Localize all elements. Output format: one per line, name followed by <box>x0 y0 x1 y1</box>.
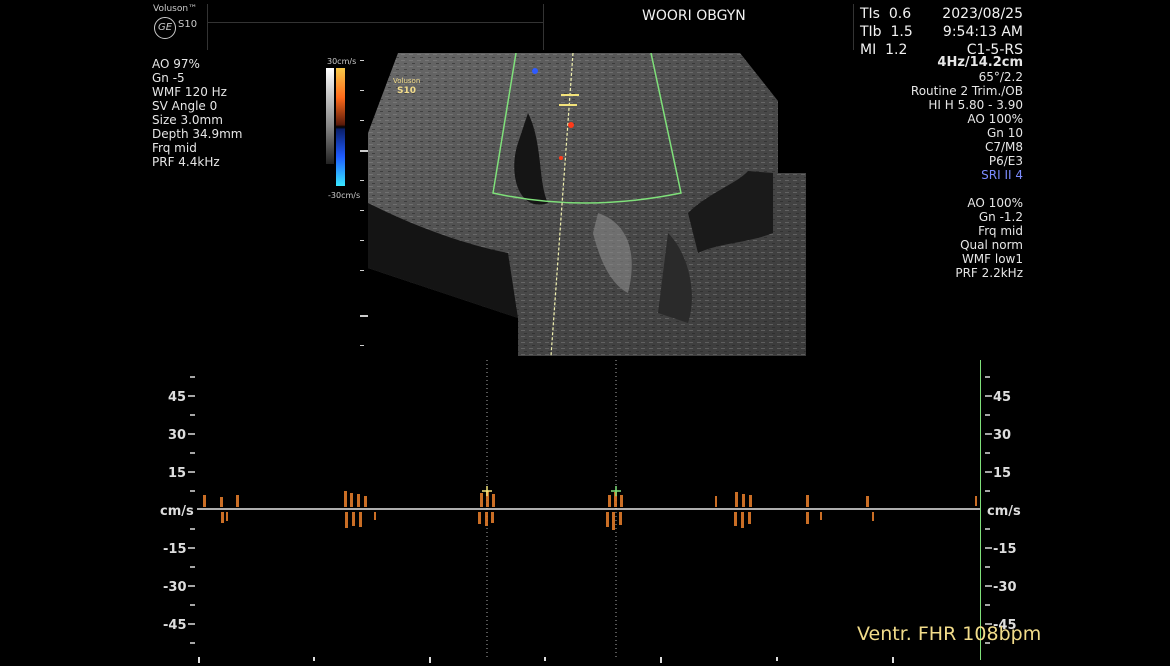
datetime-block: 2023/08/25 9:54:13 AM C1-5-RS <box>923 5 1023 59</box>
color-flow-red <box>568 122 574 128</box>
safety-indices: TIs 0.6 TIb 1.5 MI 1.2 <box>860 5 913 59</box>
param-gain: Gn 10 <box>987 126 1023 140</box>
param-hi: HI H 5.80 - 3.90 <box>928 98 1023 112</box>
doppler-params: AO 97% Gn -5 WMF 120 Hz SV Angle 0 Size … <box>152 57 242 169</box>
institution-name: WOORI OBGYN <box>642 8 746 24</box>
param-ao-2: AO 100% <box>967 196 1023 210</box>
tib-value: 1.5 <box>890 24 913 40</box>
param-qual: Qual norm <box>960 238 1023 252</box>
header-divider <box>207 22 543 23</box>
param-frq-2: Frq mid <box>978 224 1023 238</box>
gray-scale-bar <box>326 68 334 164</box>
param-ao: AO 100% <box>967 112 1023 126</box>
param-preset: Routine 2 Trim./OB <box>910 84 1023 98</box>
freq-depth: 4Hz/14.2cm <box>937 55 1023 70</box>
tis-value: 0.6 <box>888 6 912 22</box>
param-depth: Depth 34.9mm <box>152 127 243 141</box>
brand-label: Voluson™ <box>153 4 198 14</box>
param-sri: SRI II 4 <box>981 168 1023 182</box>
param-ao: AO 97% <box>152 57 200 71</box>
param-size: Size 3.0mm <box>152 113 223 127</box>
tis-label: TIs <box>860 6 880 22</box>
color-scale-bar <box>336 68 345 186</box>
color-flow-red <box>559 156 563 160</box>
param-wmf-2: WMF low1 <box>961 252 1023 266</box>
ge-logo-icon: GE <box>154 17 176 39</box>
color-flow-blue <box>532 68 538 74</box>
header-divider <box>207 4 208 50</box>
spectrum-trace <box>188 360 992 663</box>
exam-time: 9:54:13 AM <box>942 24 1023 40</box>
exam-date: 2023/08/25 <box>942 6 1023 22</box>
param-frq: Frq mid <box>152 141 197 155</box>
param-wmf: WMF 120 Hz <box>152 85 227 99</box>
param-prf: PRF 4.4kHz <box>152 155 220 169</box>
param-gain-2: Gn -1.2 <box>978 210 1023 224</box>
param-gain: Gn -5 <box>152 71 185 85</box>
header-divider <box>853 4 854 50</box>
color-scale-top: 30cm/s <box>327 57 357 66</box>
bmode-params: 4Hz/14.2cm 65°/2.2 Routine 2 Trim./OB HI… <box>873 55 1023 281</box>
param-cm: C7/M8 <box>984 140 1023 154</box>
param-sv-angle: SV Angle 0 <box>152 99 218 113</box>
model-label: S10 <box>178 19 198 30</box>
param-prf-2: PRF 2.2kHz <box>955 266 1023 280</box>
ultrasound-image[interactable] <box>368 53 808 356</box>
header-divider <box>543 4 544 50</box>
color-scale-bottom: -30cm/s <box>328 191 361 200</box>
fhr-measurement: Ventr. FHR 108bpm <box>857 623 1042 645</box>
tib-label: TIb <box>860 24 882 40</box>
param-angle: 65°/2.2 <box>978 70 1023 84</box>
image-badge-brand: Voluson <box>393 77 421 85</box>
doppler-spectrum[interactable]: 45 30 15 cm/s -15 -30 -45 45 30 15 cm/s … <box>0 355 1170 666</box>
param-pe: P6/E3 <box>988 154 1023 168</box>
image-badge-model: S10 <box>397 86 417 96</box>
